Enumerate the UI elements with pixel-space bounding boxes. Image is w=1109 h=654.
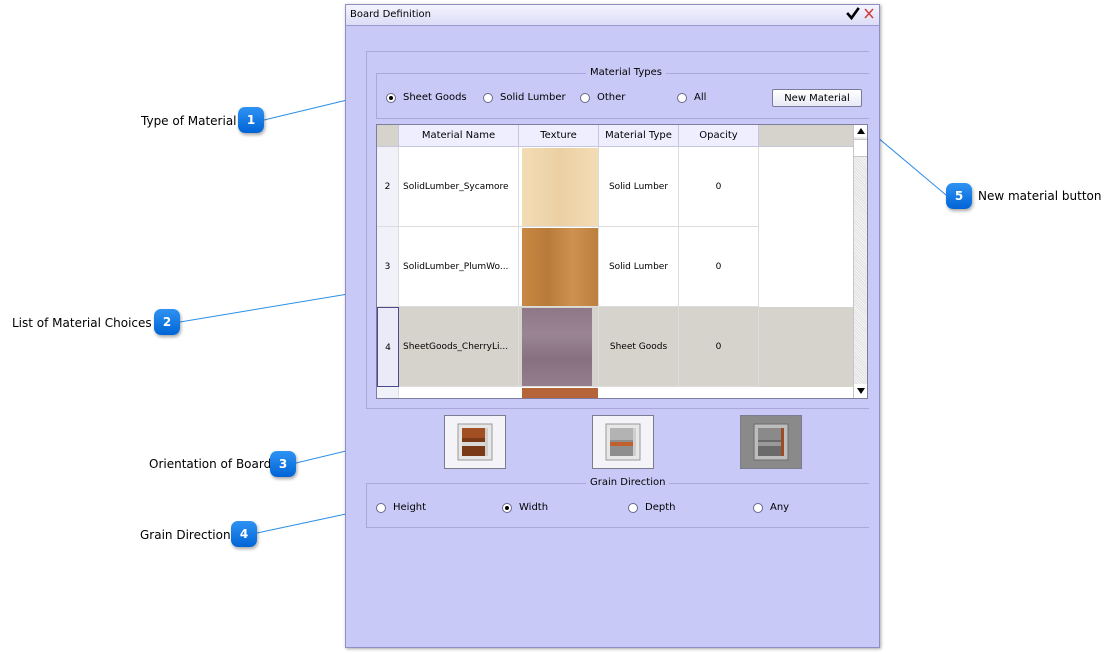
callout-badge-2: 2 (154, 309, 180, 335)
texture-swatch-partial (522, 388, 598, 398)
column-header-filler (759, 125, 853, 147)
radio-other[interactable] (580, 93, 590, 103)
column-header-material-type[interactable]: Material Type (599, 125, 679, 147)
radio-height-label[interactable]: Height (393, 502, 426, 513)
orientation-height-button[interactable] (444, 415, 506, 469)
radio-any-label[interactable]: Any (770, 502, 789, 513)
callout-label-3: Orientation of Board (149, 457, 272, 471)
table-cell-opacity[interactable]: 0 (679, 227, 759, 307)
scroll-up-arrow-icon[interactable] (854, 125, 867, 137)
close-icon[interactable] (862, 6, 876, 22)
row-number[interactable]: 4 (377, 307, 399, 387)
table-cell-name[interactable]: SolidLumber_Sycamore (399, 147, 519, 227)
orientation-width-icon (605, 423, 641, 461)
table-cell-name[interactable]: SolidLumber_PlumWo... (399, 227, 519, 307)
radio-sheet-goods-label[interactable]: Sheet Goods (403, 92, 467, 103)
radio-width-label[interactable]: Width (519, 502, 548, 513)
checkmark-icon[interactable] (846, 6, 860, 22)
texture-swatch-sycamore (522, 148, 598, 226)
row-number-partial[interactable] (377, 387, 399, 398)
radio-all[interactable] (677, 93, 687, 103)
board-definition-dialog: Board Definition Material Types Sheet Go… (345, 4, 880, 648)
table-cell-opacity[interactable]: 0 (679, 307, 759, 387)
radio-other-label[interactable]: Other (597, 92, 625, 103)
table-cell-type[interactable]: Solid Lumber (599, 147, 679, 227)
title-bar[interactable]: Board Definition (346, 5, 879, 26)
table-cell-texture[interactable] (519, 307, 599, 387)
table-cell-name[interactable]: SheetGoods_CherryLi... (399, 307, 519, 387)
grain-direction-group (366, 483, 869, 528)
new-material-button[interactable]: New Material (772, 89, 862, 107)
table-cell-type[interactable]: Sheet Goods (599, 307, 679, 387)
callout-label-1: Type of Material (141, 114, 237, 128)
orientation-width-button[interactable] (592, 415, 654, 469)
scroll-thumb[interactable] (854, 139, 867, 157)
radio-height[interactable] (376, 503, 386, 513)
callout-badge-1: 1 (238, 107, 264, 133)
column-header-material-name[interactable]: Material Name (399, 125, 519, 147)
table-corner-header (377, 125, 399, 147)
dialog-title: Board Definition (350, 9, 431, 20)
row-number[interactable]: 3 (377, 227, 399, 307)
texture-swatch-cherry (522, 308, 592, 386)
radio-any[interactable] (753, 503, 763, 513)
callout-badge-4: 4 (231, 521, 257, 547)
radio-solid-lumber[interactable] (483, 93, 493, 103)
table-vertical-scrollbar[interactable] (853, 125, 867, 398)
callout-label-4: Grain Direction (140, 528, 231, 542)
column-header-opacity[interactable]: Opacity (679, 125, 759, 147)
callout-label-2: List of Material Choices (12, 316, 152, 330)
radio-all-label[interactable]: All (694, 92, 706, 103)
scroll-down-arrow-icon[interactable] (854, 384, 867, 398)
callout-badge-3: 3 (270, 451, 296, 477)
orientation-depth-button[interactable] (740, 415, 802, 469)
material-table[interactable]: Material Name Texture Material Type Opac… (376, 124, 868, 399)
radio-sheet-goods[interactable] (386, 93, 396, 103)
table-cell-texture[interactable] (519, 227, 599, 307)
orientation-depth-icon (753, 423, 789, 461)
radio-width[interactable] (502, 503, 512, 513)
grain-direction-legend: Grain Direction (586, 477, 670, 488)
radio-depth-label[interactable]: Depth (645, 502, 675, 513)
callout-label-5: New material button (978, 189, 1102, 203)
row-number[interactable]: 2 (377, 147, 399, 227)
selected-row-filler (759, 307, 853, 387)
table-cell-type[interactable]: Solid Lumber (599, 227, 679, 307)
radio-solid-lumber-label[interactable]: Solid Lumber (500, 92, 566, 103)
table-cell-opacity[interactable]: 0 (679, 147, 759, 227)
material-types-legend: Material Types (586, 67, 666, 78)
texture-swatch-plumwood (522, 228, 598, 306)
radio-depth[interactable] (628, 503, 638, 513)
column-header-texture[interactable]: Texture (519, 125, 599, 147)
orientation-height-icon (457, 423, 493, 461)
callout-badge-5: 5 (946, 183, 972, 209)
table-cell-texture[interactable] (519, 147, 599, 227)
